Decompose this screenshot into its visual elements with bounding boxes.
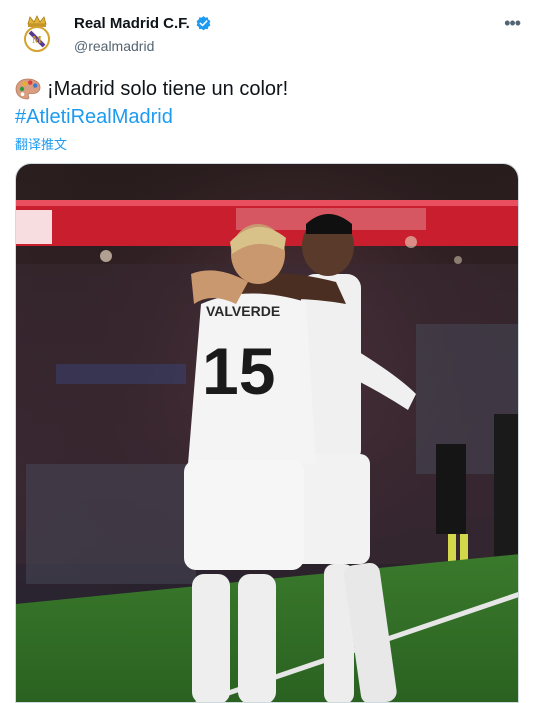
verified-badge-icon [196, 16, 211, 31]
display-name[interactable]: Real Madrid C.F. [74, 15, 190, 32]
translate-tweet-link[interactable]: 翻译推文 [15, 134, 67, 153]
photo-scene: VALVERDE 15 [16, 164, 518, 702]
tweet-body: ¡Madrid solo tiene un color! [47, 78, 289, 100]
jersey-name: VALVERDE [206, 303, 280, 319]
avatar[interactable]: M [15, 12, 59, 56]
jersey-number: 15 [202, 334, 275, 408]
more-options-icon[interactable]: ••• [504, 14, 521, 32]
tweet-photo[interactable]: VALVERDE 15 [15, 163, 519, 703]
svg-text:M: M [32, 35, 42, 46]
artist-palette-emoji [15, 78, 41, 100]
hashtag-link[interactable]: #AtletiRealMadrid [15, 104, 173, 130]
tweet-text: ¡Madrid solo tiene un color! [15, 76, 288, 102]
account-handle[interactable]: @realmadrid [74, 38, 154, 54]
account-name-row: Real Madrid C.F. [74, 15, 212, 32]
real-madrid-crest-icon: M [24, 15, 50, 52]
